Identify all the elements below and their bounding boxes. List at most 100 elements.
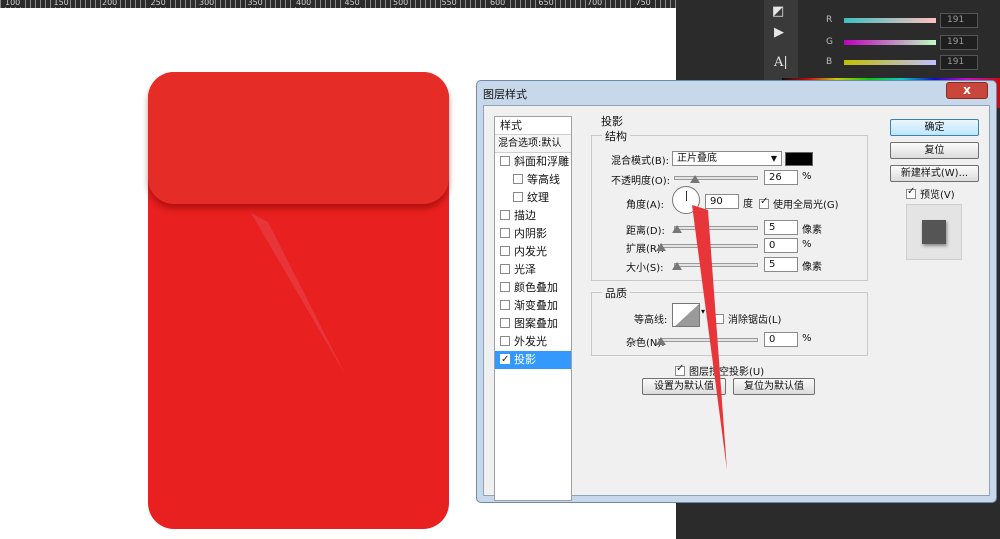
opacity-label: 不透明度(O): [611, 176, 671, 187]
style-item-label: 内发光 [514, 245, 547, 258]
make-default-button[interactable]: 设置为默认值 [642, 378, 726, 395]
style-list-item[interactable]: 外发光 [495, 333, 571, 351]
blend-mode-select[interactable]: 正片叠底 ▼ [672, 151, 782, 166]
chevron-down-icon: ▼ [770, 154, 777, 163]
style-item-checkbox[interactable] [500, 318, 510, 328]
distance-input[interactable]: 5 [764, 220, 798, 235]
section-title: 投影 [601, 115, 623, 128]
horizontal-ruler: 100 150 200 250 300 350 400 450 500 550 600 650 700 7… [0, 0, 676, 8]
character-icon[interactable]: A| [774, 55, 788, 70]
distance-slider[interactable] [674, 226, 758, 230]
style-item-checkbox[interactable] [500, 246, 510, 256]
noise-slider[interactable] [660, 338, 758, 342]
size-slider-thumb[interactable] [672, 262, 682, 270]
structure-group: 结构 混合模式(B): 正片叠底 ▼ 不透明度(O): 26 % 角度(A): … [591, 128, 868, 281]
blue-value[interactable]: 191 [940, 55, 978, 70]
size-input[interactable]: 5 [764, 257, 798, 272]
style-item-checkbox[interactable] [500, 282, 510, 292]
new-style-button[interactable]: 新建样式(W)... [890, 165, 979, 182]
contour-picker[interactable] [672, 303, 700, 327]
ruler-label: 250 [149, 0, 167, 7]
noise-unit: % [802, 333, 812, 344]
preview-checkbox[interactable] [906, 186, 916, 199]
noise-slider-thumb[interactable] [656, 337, 666, 345]
style-list-item[interactable]: 斜面和浮雕 [495, 153, 571, 171]
ruler-label: 400 [295, 0, 313, 7]
close-button[interactable]: x [946, 82, 988, 99]
style-item-checkbox[interactable] [500, 336, 510, 346]
antialias-label: 消除锯齿(L) [728, 315, 782, 326]
spread-slider[interactable] [660, 244, 758, 248]
style-list-item[interactable]: 内阴影 [495, 225, 571, 243]
distance-unit: 像素 [802, 225, 822, 236]
style-item-label: 纹理 [527, 191, 549, 204]
green-slider[interactable] [844, 40, 936, 45]
style-item-label: 渐变叠加 [514, 299, 558, 312]
shadow-color-swatch[interactable] [785, 152, 813, 166]
play-icon[interactable]: ▶ [774, 25, 784, 40]
global-light-option[interactable]: 使用全局光(G) [759, 196, 839, 211]
style-item-checkbox[interactable] [500, 156, 510, 166]
style-list-item[interactable]: 渐变叠加 [495, 297, 571, 315]
opacity-slider[interactable] [674, 176, 758, 180]
style-item-label: 斜面和浮雕 [514, 155, 569, 168]
blue-channel-label: B [826, 57, 833, 67]
style-item-checkbox[interactable] [500, 228, 510, 238]
antialias-checkbox[interactable] [714, 314, 724, 324]
green-value[interactable]: 191 [940, 35, 978, 50]
spread-input[interactable]: 0 [764, 238, 798, 253]
style-item-checkbox[interactable] [500, 300, 510, 310]
ruler-label: 500 [392, 0, 410, 7]
distance-slider-thumb[interactable] [672, 225, 682, 233]
blending-options-item[interactable]: 混合选项:默认 [495, 135, 571, 153]
red-slider[interactable] [844, 18, 936, 23]
knockout-option[interactable]: 图层挖空投影(U) [675, 363, 764, 378]
ruler-label: 750 [634, 0, 652, 7]
knockout-checkbox[interactable] [675, 363, 685, 376]
angle-input[interactable]: 90 [705, 194, 739, 209]
angle-dial[interactable] [672, 186, 700, 214]
style-list-item[interactable]: 图案叠加 [495, 315, 571, 333]
ok-button[interactable]: 确定 [890, 119, 979, 136]
opacity-slider-thumb[interactable] [690, 175, 700, 183]
style-list-item[interactable]: 投影 [495, 351, 571, 369]
angle-label: 角度(A): [626, 200, 665, 211]
spread-slider-thumb[interactable] [656, 243, 666, 251]
blend-mode-value: 正片叠底 [677, 153, 717, 164]
style-list-item[interactable]: 描边 [495, 207, 571, 225]
styles-list: 样式 混合选项:默认 斜面和浮雕 等高线 纹理 描边 内阴影 内发光 光泽 颜色叠加 渐变叠加图… [494, 116, 572, 501]
noise-input[interactable]: 0 [764, 332, 798, 347]
style-list-item[interactable]: 内发光 [495, 243, 571, 261]
preview-option[interactable]: 预览(V) [906, 186, 955, 201]
size-slider[interactable] [674, 263, 758, 267]
style-item-checkbox[interactable] [513, 192, 523, 202]
style-item-checkbox[interactable] [513, 174, 523, 184]
blue-slider[interactable] [844, 60, 936, 65]
preview-square [922, 220, 946, 244]
global-light-checkbox[interactable] [759, 196, 769, 209]
style-list-item[interactable]: 光泽 [495, 261, 571, 279]
size-label: 大小(S): [626, 263, 664, 274]
style-item-checkbox[interactable] [500, 210, 510, 220]
style-item-checkbox[interactable] [500, 264, 510, 274]
style-list-item[interactable]: 颜色叠加 [495, 279, 571, 297]
reset-button[interactable]: 复位 [890, 142, 979, 159]
swap-colors-icon[interactable]: ◩ [772, 4, 784, 19]
style-list-item[interactable]: 等高线 [495, 171, 571, 189]
style-item-label: 描边 [514, 209, 536, 222]
style-preview [906, 204, 962, 260]
ruler-label: 450 [343, 0, 361, 7]
ruler-label: 700 [586, 0, 604, 7]
angle-unit: 度 [743, 199, 753, 210]
size-unit: 像素 [802, 262, 822, 273]
reset-default-button[interactable]: 复位为默认值 [733, 378, 815, 395]
opacity-input[interactable]: 26 [764, 170, 798, 185]
contour-chevron-icon[interactable]: ▾ [701, 307, 705, 316]
antialias-option[interactable]: 消除锯齿(L) [714, 311, 781, 326]
style-item-checkbox[interactable] [500, 351, 510, 369]
red-value[interactable]: 191 [940, 13, 978, 28]
style-item-label: 光泽 [514, 263, 536, 276]
opacity-unit: % [802, 171, 812, 182]
style-list-item[interactable]: 纹理 [495, 189, 571, 207]
ruler-label: 200 [101, 0, 119, 7]
